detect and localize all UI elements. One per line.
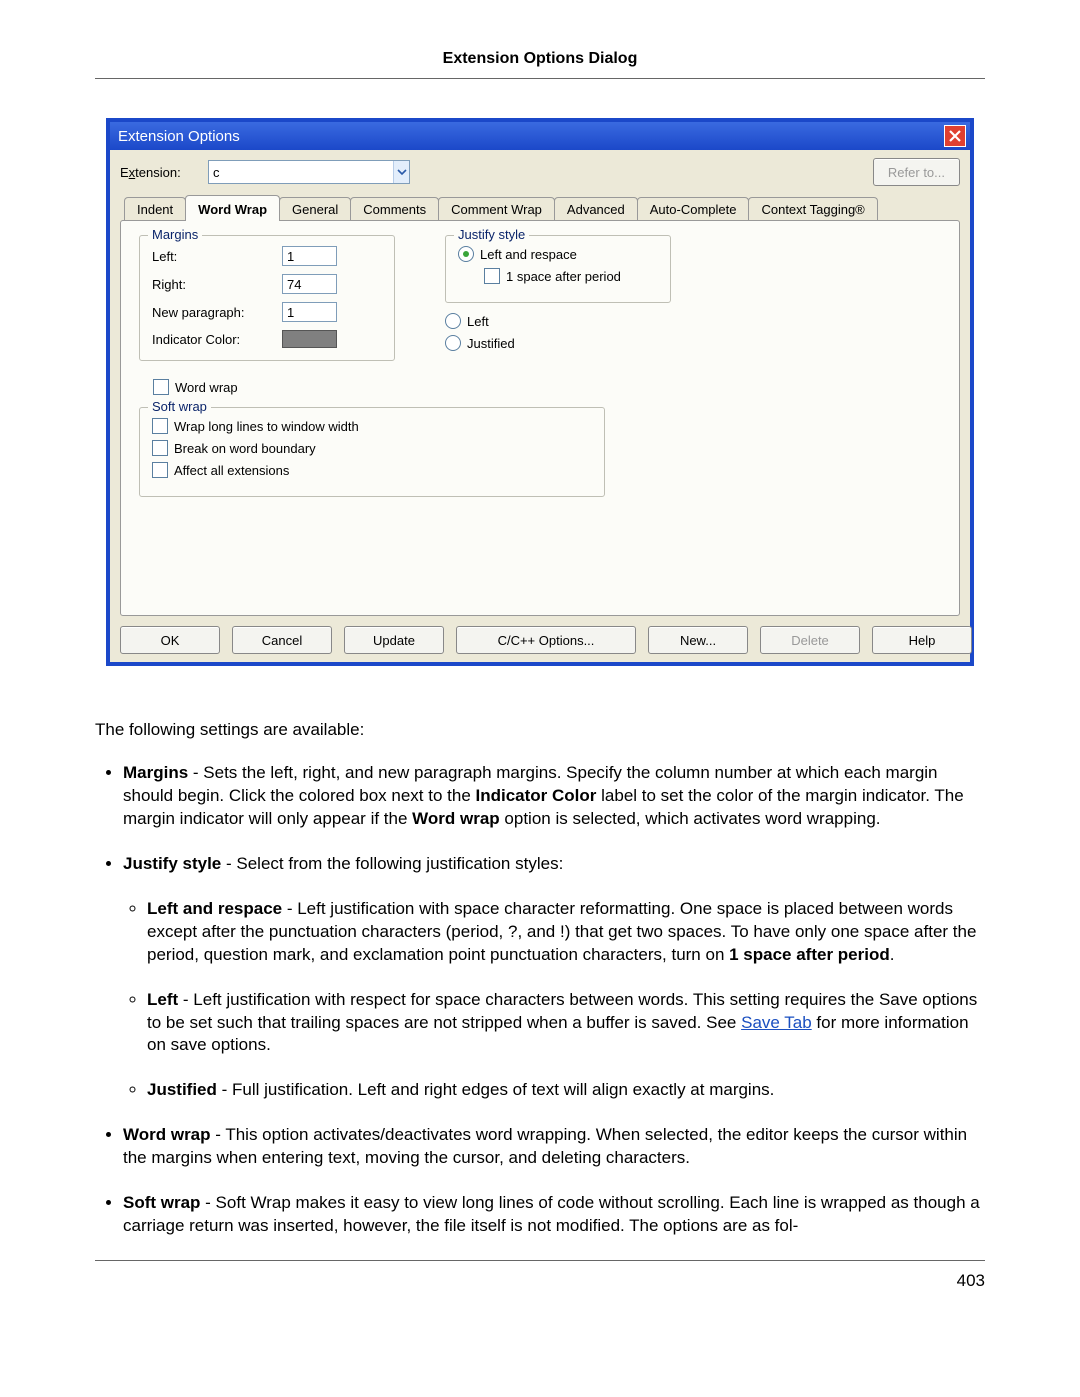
word-wrap-check[interactable] xyxy=(153,379,169,395)
update-button[interactable]: Update xyxy=(344,626,444,654)
page-number: 403 xyxy=(95,1260,985,1291)
justify-legend: Justify style xyxy=(454,227,529,242)
extension-dropdown-button[interactable] xyxy=(393,161,409,183)
margins-group: Margins Left: Right: New paragraph: Indi… xyxy=(139,235,395,361)
justify-justified-radio[interactable] xyxy=(445,335,461,351)
justify-style-group: Justify style Left and respace 1 space a… xyxy=(445,235,671,303)
dialog-titlebar: Extension Options xyxy=(110,122,970,150)
margin-left-input[interactable] xyxy=(282,246,337,266)
extension-input[interactable] xyxy=(209,161,393,183)
justify-left-respace-radio[interactable] xyxy=(458,246,474,262)
save-tab-link[interactable]: Save Tab xyxy=(741,1013,812,1032)
tab-advanced[interactable]: Advanced xyxy=(554,197,638,221)
settings-list: Margins - Sets the left, right, and new … xyxy=(95,762,985,1238)
tab-context-tagging[interactable]: Context Tagging® xyxy=(748,197,877,221)
margin-newpara-input[interactable] xyxy=(282,302,337,322)
tab-strip: Indent Word Wrap General Comments Commen… xyxy=(120,195,960,221)
extension-combo[interactable] xyxy=(208,160,410,184)
justify-justified-label: Justified xyxy=(467,336,515,351)
list-item: Justified - Full justification. Left and… xyxy=(147,1079,985,1102)
tab-indent[interactable]: Indent xyxy=(124,197,186,221)
justify-left-label: Left xyxy=(467,314,489,329)
indicator-color-label: Indicator Color: xyxy=(152,332,282,347)
language-options-button[interactable]: C/C++ Options... xyxy=(456,626,636,654)
chevron-down-icon xyxy=(397,167,407,177)
cancel-button[interactable]: Cancel xyxy=(232,626,332,654)
list-item: Word wrap - This option activates/deacti… xyxy=(123,1124,985,1170)
tab-auto-complete[interactable]: Auto-Complete xyxy=(637,197,750,221)
soft-wrap-legend: Soft wrap xyxy=(148,399,211,414)
list-item: Margins - Sets the left, right, and new … xyxy=(123,762,985,831)
affect-all-extensions-label: Affect all extensions xyxy=(174,463,289,478)
one-space-after-period-label: 1 space after period xyxy=(506,269,621,284)
delete-button[interactable]: Delete xyxy=(760,626,860,654)
list-item: Justify style - Select from the followin… xyxy=(123,853,985,1103)
close-button[interactable] xyxy=(944,125,966,147)
margin-newpara-label: New paragraph: xyxy=(152,305,282,320)
justify-left-respace-label: Left and respace xyxy=(480,247,577,262)
ok-button[interactable]: OK xyxy=(120,626,220,654)
page-header: Extension Options Dialog xyxy=(95,50,985,79)
wrap-long-lines-check[interactable] xyxy=(152,418,168,434)
close-icon xyxy=(948,129,962,143)
wrap-long-lines-label: Wrap long lines to window width xyxy=(174,419,359,434)
tab-comments[interactable]: Comments xyxy=(350,197,439,221)
margins-legend: Margins xyxy=(148,227,202,242)
settings-intro: The following settings are available: xyxy=(95,720,985,740)
soft-wrap-group: Soft wrap Wrap long lines to window widt… xyxy=(139,407,605,497)
affect-all-extensions-check[interactable] xyxy=(152,462,168,478)
list-item: Soft wrap - Soft Wrap makes it easy to v… xyxy=(123,1192,985,1238)
help-button[interactable]: Help xyxy=(872,626,972,654)
margin-left-label: Left: xyxy=(152,249,282,264)
margin-right-label: Right: xyxy=(152,277,282,292)
refer-to-button[interactable]: Refer to... xyxy=(873,158,960,186)
extension-options-dialog: Extension Options Extension: Refer to... xyxy=(107,119,973,665)
word-wrap-label: Word wrap xyxy=(175,380,238,395)
margin-right-input[interactable] xyxy=(282,274,337,294)
tab-panel-word-wrap: Margins Left: Right: New paragraph: Indi… xyxy=(120,220,960,616)
dialog-title: Extension Options xyxy=(118,128,944,145)
indicator-color-swatch[interactable] xyxy=(282,330,337,348)
break-word-boundary-label: Break on word boundary xyxy=(174,441,316,456)
tab-general[interactable]: General xyxy=(279,197,351,221)
list-item: Left and respace - Left justification wi… xyxy=(147,898,985,967)
new-button[interactable]: New... xyxy=(648,626,748,654)
justify-left-radio[interactable] xyxy=(445,313,461,329)
tab-comment-wrap[interactable]: Comment Wrap xyxy=(438,197,555,221)
extension-label: Extension: xyxy=(120,165,200,180)
break-word-boundary-check[interactable] xyxy=(152,440,168,456)
one-space-after-period-check[interactable] xyxy=(484,268,500,284)
list-item: Left - Left justification with respect f… xyxy=(147,989,985,1058)
tab-word-wrap[interactable]: Word Wrap xyxy=(185,195,280,221)
